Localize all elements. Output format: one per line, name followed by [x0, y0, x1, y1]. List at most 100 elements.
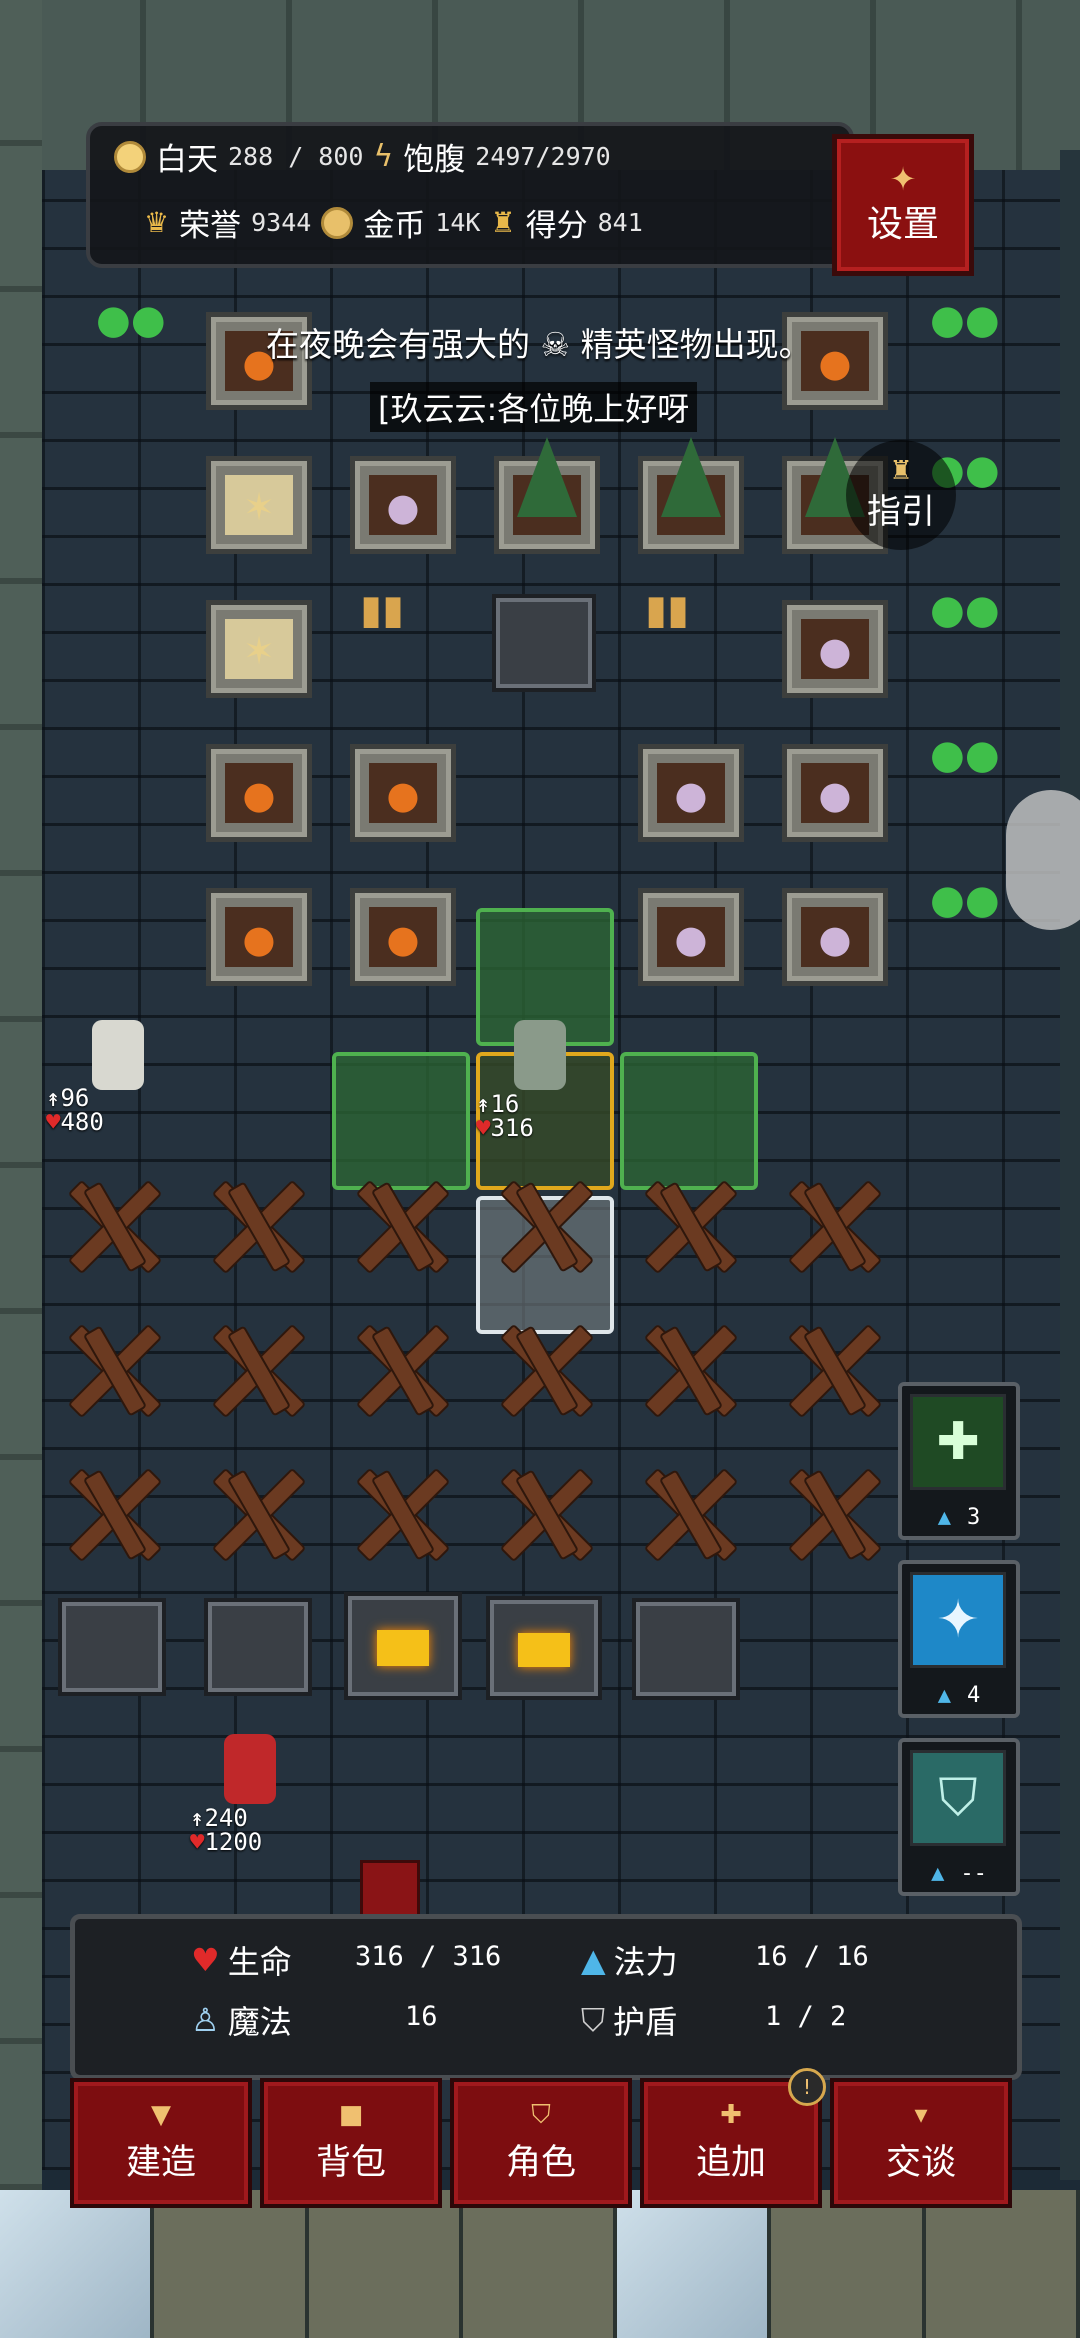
settings-button[interactable]: ✦ 设置: [832, 134, 974, 276]
elder-sprite: [92, 1020, 144, 1090]
alert-badge-icon: !: [788, 2068, 826, 2106]
hunger-value: 2497/2970: [475, 142, 611, 171]
honor-value: 9344: [251, 208, 312, 237]
skill-slot-3[interactable]: ⛉ ▲ --: [898, 1738, 1020, 1896]
heart-icon: ♥: [476, 1114, 491, 1142]
potion-icon: ▲: [931, 1861, 945, 1886]
barricade-icon[interactable]: [346, 1170, 456, 1280]
planter-pumpkin[interactable]: ●: [350, 888, 456, 986]
append-button[interactable]: ✚ 追加 !: [640, 2068, 826, 2208]
orange-lamp-post-icon: ▮▮: [645, 587, 690, 633]
honor-label: 荣誉: [179, 208, 242, 244]
barricade-icon[interactable]: [490, 1314, 600, 1424]
stone-tile: [308, 2190, 463, 2338]
wrench-icon: ✦: [889, 160, 917, 198]
planter-turnip[interactable]: ●: [638, 888, 744, 986]
trophy-icon: ♜: [889, 455, 913, 486]
smelter-icon[interactable]: [486, 1596, 602, 1700]
pine-tree-icon: [517, 437, 577, 517]
gold-label: 金币: [363, 208, 426, 244]
cross-skill-icon: ✚: [910, 1394, 1006, 1490]
barricade-icon[interactable]: [202, 1458, 312, 1568]
build-label: 建造: [125, 2142, 196, 2183]
ice-tile: [617, 2190, 772, 2338]
guide-button[interactable]: ♜ 指引: [846, 440, 956, 550]
planter-turnip[interactable]: ●: [350, 456, 456, 554]
settings-label: 设置: [866, 204, 939, 245]
skill-slot-2[interactable]: ✦ ▲ 4: [898, 1560, 1020, 1718]
barricade-icon[interactable]: [490, 1458, 600, 1568]
workbench-icon[interactable]: [58, 1598, 166, 1696]
furnace-icon[interactable]: [344, 1592, 462, 1700]
shield-icon: ⛉: [531, 2099, 551, 2130]
dungeon-left-wall: [0, 0, 42, 2338]
shield-value: 1 / 2: [765, 2001, 847, 2032]
backpack-label: 背包: [315, 2142, 386, 2183]
barricade-icon[interactable]: [202, 1314, 312, 1424]
barricade-icon[interactable]: [490, 1170, 600, 1280]
turnip-icon: ●: [818, 628, 852, 673]
barricade-icon[interactable]: [778, 1170, 888, 1280]
pine-tree-icon: [661, 437, 721, 517]
planter-turnip[interactable]: ●: [782, 888, 888, 986]
planter-pumpkin[interactable]: ●: [206, 888, 312, 986]
planter-turnip[interactable]: ●: [782, 600, 888, 698]
crown-icon: ♛: [144, 206, 170, 239]
green-lamp-post-icon: ●●: [930, 877, 1000, 923]
green-lamp-post-icon: ●●: [96, 297, 166, 343]
mana-potion-icon: ▲: [581, 1941, 606, 1979]
turnip-icon: ●: [818, 916, 852, 961]
barricade-icon[interactable]: [634, 1458, 744, 1568]
barricade-icon[interactable]: [778, 1314, 888, 1424]
turnip-icon: ●: [818, 772, 852, 817]
wheat-icon: ✶: [243, 628, 275, 673]
dungeon-right-wall: [1060, 150, 1080, 2180]
planter-tree[interactable]: [638, 437, 744, 554]
anvil-icon[interactable]: [632, 1598, 740, 1700]
score-value: 841: [597, 208, 643, 237]
green-lamp-post-icon: ●●: [930, 297, 1000, 343]
build-button[interactable]: ▼ 建造: [70, 2078, 252, 2208]
character-button[interactable]: ⛉ 角色: [450, 2078, 632, 2208]
barricade-icon[interactable]: [346, 1314, 456, 1424]
planter-turnip[interactable]: ●: [638, 744, 744, 842]
skill-slot-1[interactable]: ✚ ▲ 3: [898, 1382, 1020, 1540]
hp-label: 生命: [227, 1943, 292, 1981]
day-value: 288 / 800: [228, 142, 364, 171]
barricade-icon[interactable]: [58, 1170, 168, 1280]
planter-wheat[interactable]: ✶: [206, 600, 312, 698]
planter-wheat[interactable]: ✶: [206, 456, 312, 554]
planter-pumpkin[interactable]: ●: [206, 744, 312, 842]
backpack-button[interactable]: ■ 背包: [260, 2078, 442, 2208]
player-sprite: [514, 1020, 566, 1090]
player-stats: ↟16 ♥316: [476, 1092, 534, 1140]
barricade-icon[interactable]: [58, 1458, 168, 1568]
bottom-floor-tiles: [0, 2190, 1080, 2338]
barricade-icon[interactable]: [346, 1458, 456, 1568]
barricade-icon[interactable]: [58, 1314, 168, 1424]
score-label: 得分: [525, 208, 588, 244]
talk-label: 交谈: [885, 2142, 956, 2183]
turnip-icon: ●: [674, 772, 708, 817]
planter-tree[interactable]: [494, 437, 600, 554]
barricade-icon[interactable]: [634, 1170, 744, 1280]
mana-value: 16 / 16: [755, 1941, 869, 1972]
turnip-icon: ●: [674, 916, 708, 961]
stone-tile: [462, 2190, 618, 2338]
floating-qq-button[interactable]: [1006, 790, 1080, 930]
planter-pumpkin[interactable]: ●: [350, 744, 456, 842]
character-info-panel: ♥ 生命 316 / 316 ▲ 法力 16 / 16 ♙ 魔法 16 ⛉ 护盾…: [70, 1914, 1022, 2080]
barricade-icon[interactable]: [202, 1170, 312, 1280]
heart-icon: ♥: [46, 1108, 61, 1136]
crafting-machine-icon[interactable]: [492, 594, 596, 692]
magic-icon: ♙: [191, 2001, 220, 2039]
orange-lamp-post-icon: ▮▮: [360, 587, 405, 633]
stove-icon[interactable]: [204, 1598, 312, 1696]
talk-button[interactable]: ▾ 交谈: [830, 2078, 1012, 2208]
heart-icon: ♥: [190, 1828, 205, 1856]
planter-turnip[interactable]: ●: [782, 744, 888, 842]
potion-icon: ▲: [937, 1505, 951, 1530]
barricade-icon[interactable]: [778, 1458, 888, 1568]
bag-icon: ■: [338, 2099, 364, 2130]
barricade-icon[interactable]: [634, 1314, 744, 1424]
